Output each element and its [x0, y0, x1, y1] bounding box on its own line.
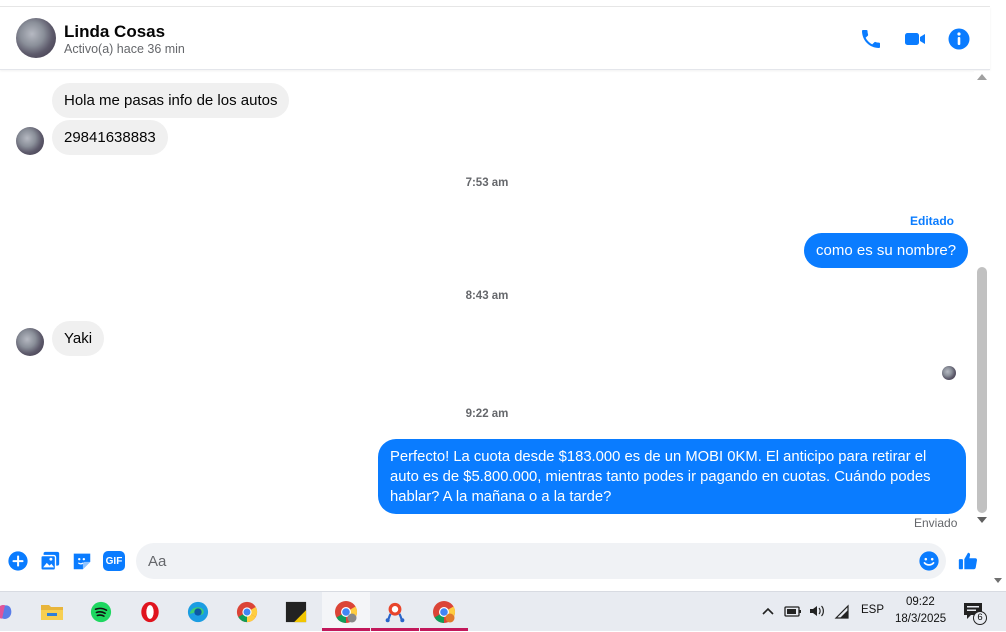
gif-icon[interactable]: GIF	[103, 551, 125, 571]
messenger-window: Linda Cosas Activo(a) hace 36 min Hola m…	[0, 0, 1006, 591]
photo-gallery-icon[interactable]	[39, 550, 61, 572]
chevron-up-icon[interactable]	[762, 606, 774, 616]
contact-status: Activo(a) hace 36 min	[64, 42, 185, 56]
thumbs-up-icon[interactable]	[957, 550, 979, 572]
scrollbar[interactable]	[974, 71, 990, 531]
windows-taskbar: ESP 09:22 18/3/2025 6	[0, 591, 1006, 632]
timestamp: 7:53 am	[465, 177, 509, 189]
edited-label[interactable]: Editado	[910, 214, 954, 228]
message-incoming[interactable]: Yaki	[52, 321, 105, 356]
sent-status: Enviado	[914, 516, 958, 530]
wifi-icon[interactable]	[834, 603, 850, 619]
message-incoming[interactable]: 29841638883	[52, 120, 168, 155]
opera-icon[interactable]	[126, 592, 174, 632]
seen-avatar	[942, 366, 956, 380]
chrome-icon[interactable]	[223, 592, 271, 632]
message-line: auto es de $5.800.000, mientras tanto po…	[390, 468, 931, 485]
clock-time[interactable]: 09:22	[906, 596, 935, 608]
message-outgoing[interactable]: Perfecto! La cuota desde $183.000 es de …	[378, 439, 966, 514]
scroll-down-arrow-icon[interactable]	[977, 517, 987, 523]
emoji-icon[interactable]	[918, 550, 940, 572]
copilot-app-icon[interactable]	[0, 592, 28, 632]
edge-icon[interactable]	[174, 592, 222, 632]
timestamp: 9:22 am	[465, 408, 509, 420]
message-input-placeholder: Aa	[148, 553, 167, 570]
page-scroll-down-arrow-icon[interactable]	[994, 578, 1002, 583]
scroll-up-arrow-icon[interactable]	[977, 74, 987, 80]
file-explorer-icon[interactable]	[28, 592, 76, 632]
chrome-profile-icon[interactable]	[420, 592, 468, 632]
sender-avatar[interactable]	[16, 127, 44, 155]
language-indicator[interactable]: ESP	[861, 604, 884, 616]
contact-avatar[interactable]	[16, 18, 56, 58]
contact-name[interactable]: Linda Cosas	[64, 22, 165, 42]
snipping-tool-icon[interactable]	[371, 592, 419, 632]
message-thread[interactable]: Hola me pasas info de los autos 29841638…	[0, 71, 974, 541]
video-call-icon[interactable]	[903, 27, 927, 51]
composer-bar: GIF Aa	[0, 541, 990, 581]
message-outgoing[interactable]: como es su nombre?	[804, 233, 969, 268]
chat-header: Linda Cosas Activo(a) hace 36 min	[0, 7, 990, 70]
notification-count-badge: 6	[973, 611, 987, 625]
message-input[interactable]: Aa	[136, 543, 946, 579]
clock-date[interactable]: 18/3/2025	[895, 613, 946, 625]
spotify-icon[interactable]	[77, 592, 125, 632]
timestamp: 8:43 am	[465, 290, 509, 302]
scrollbar-thumb[interactable]	[977, 267, 987, 513]
sticky-notes-icon[interactable]	[272, 592, 320, 632]
volume-icon[interactable]	[808, 603, 826, 619]
message-incoming[interactable]: Hola me pasas info de los autos	[52, 83, 290, 118]
message-line: Perfecto! La cuota desde $183.000 es de …	[390, 448, 927, 465]
sender-avatar[interactable]	[16, 328, 44, 356]
info-icon[interactable]	[947, 27, 971, 51]
chrome-profile-active-icon[interactable]	[322, 592, 370, 632]
plus-circle-icon[interactable]	[7, 550, 29, 572]
sticker-icon[interactable]	[71, 550, 93, 572]
message-line: hablar? A la mañana o a la tarde?	[390, 488, 612, 505]
phone-call-icon[interactable]	[859, 27, 883, 51]
battery-icon[interactable]	[784, 604, 802, 618]
